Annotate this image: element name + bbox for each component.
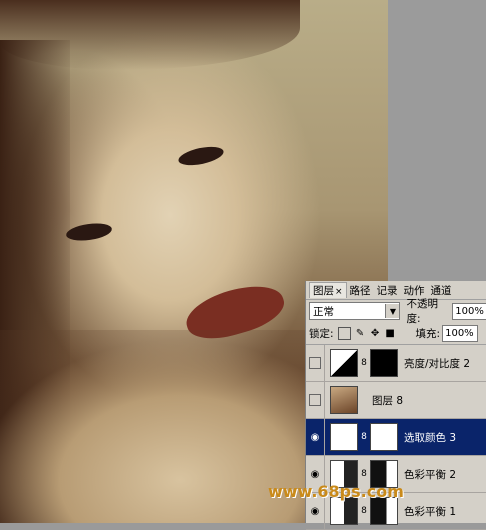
tab-history[interactable]: 记录 [374, 283, 401, 298]
eye-icon[interactable]: ◉ [306, 419, 325, 455]
link-icon: 8 [361, 506, 367, 516]
brightness-contrast-icon [330, 349, 358, 377]
layer-mask[interactable] [370, 349, 398, 377]
layer-name: 选取颜色 3 [404, 431, 457, 444]
tab-paths[interactable]: 路径 [347, 283, 374, 298]
visibility-toggle[interactable] [306, 345, 325, 381]
workspace-background [388, 0, 486, 270]
layer-mask[interactable] [370, 497, 398, 525]
lock-move-icon[interactable]: ✥ [370, 328, 381, 339]
link-icon: 8 [361, 432, 367, 442]
visibility-toggle[interactable] [306, 382, 325, 418]
opacity-label: 不透明度: [406, 298, 438, 325]
chevron-down-icon[interactable]: ▼ [385, 304, 400, 318]
panel-tabs: 图层× 路径 记录 动作 通道 [306, 281, 486, 300]
layer-mask[interactable] [370, 423, 398, 451]
lock-all-icon[interactable]: ■ [385, 328, 396, 339]
blend-mode-value: 正常 [313, 305, 334, 318]
layer-name: 图层 8 [372, 394, 404, 407]
lock-row: 锁定: ✎ ✥ ■ 填充: 100% [306, 322, 486, 345]
layer-row[interactable]: ◉ 8 选取颜色 3 [306, 419, 486, 456]
link-icon: 8 [361, 469, 367, 479]
fill-label: 填充: [415, 327, 441, 340]
color-balance-icon [330, 497, 358, 525]
lock-label: 锁定: [309, 327, 334, 340]
layer-name: 色彩平衡 1 [404, 505, 457, 518]
opacity-input[interactable]: 100% [452, 302, 486, 320]
layer-row[interactable]: 8 亮度/对比度 2 [306, 345, 486, 382]
blend-row: 正常 ▼ 不透明度: 100% [306, 298, 486, 325]
lock-transparent-icon[interactable] [337, 326, 351, 340]
close-icon[interactable]: × [335, 287, 343, 297]
fill-input[interactable]: 100% [442, 324, 479, 342]
selective-color-icon [330, 423, 358, 451]
lock-brush-icon[interactable]: ✎ [355, 328, 366, 339]
tab-layers[interactable]: 图层× [309, 282, 347, 298]
eye-left [176, 143, 226, 169]
layer-row[interactable]: 图层 8 [306, 382, 486, 419]
layer-name: 亮度/对比度 2 [404, 357, 471, 370]
watermark: www.68ps.com [268, 482, 404, 501]
link-icon: 8 [361, 358, 367, 368]
layer-name: 色彩平衡 2 [404, 468, 457, 481]
layer-thumbnail [330, 386, 358, 414]
eye-right [65, 220, 113, 244]
blend-mode-select[interactable]: 正常 ▼ [309, 302, 401, 320]
